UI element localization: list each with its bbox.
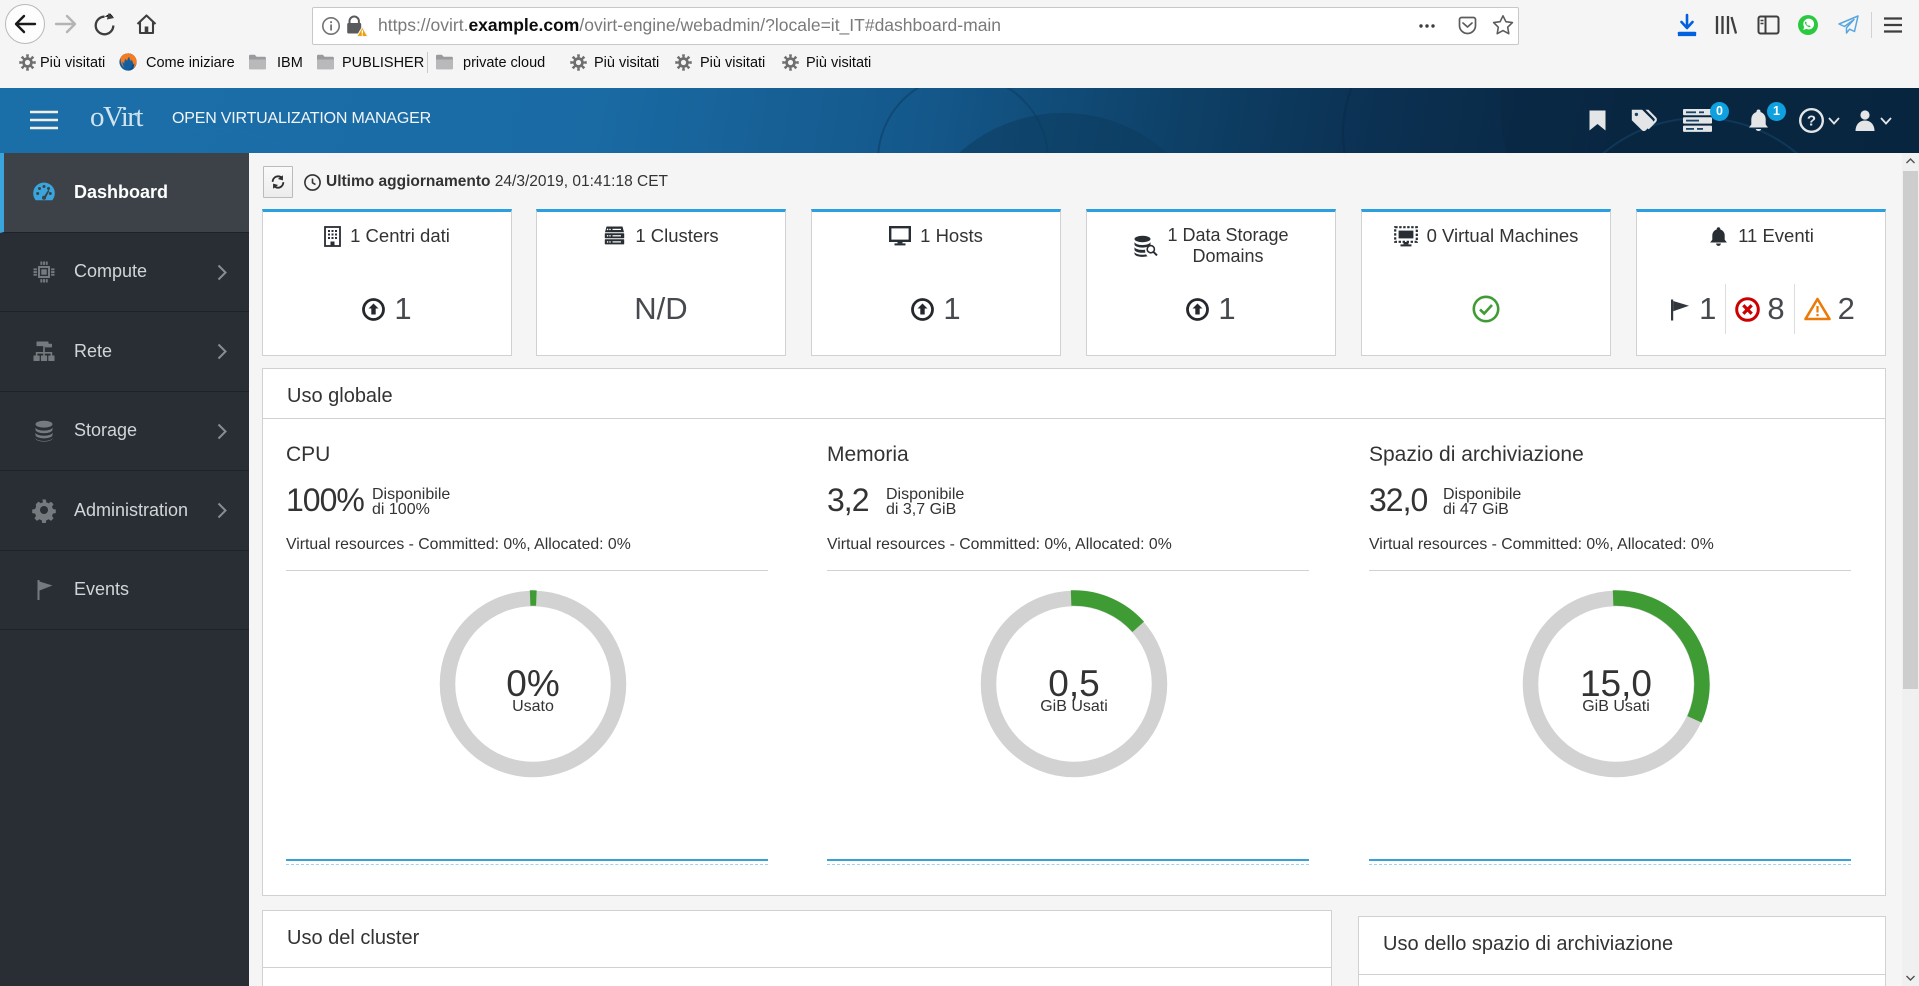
svg-text:?: ? [1807, 113, 1816, 130]
